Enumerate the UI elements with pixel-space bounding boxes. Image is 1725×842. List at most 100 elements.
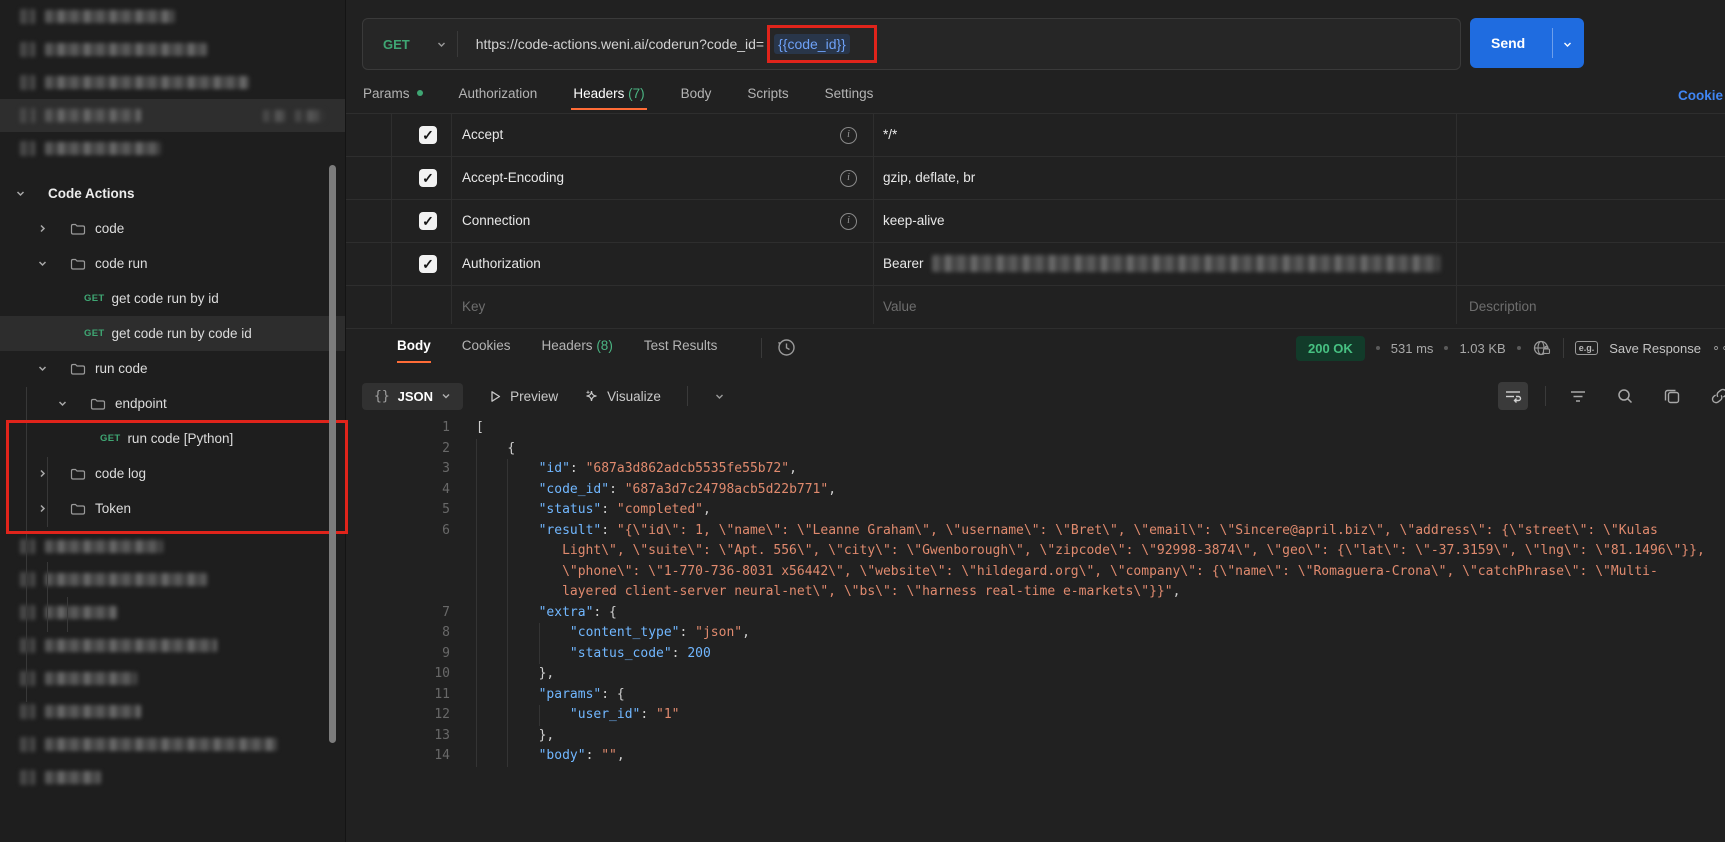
copy-icon[interactable] — [1657, 382, 1687, 410]
redacted-sidebar-item[interactable] — [0, 530, 345, 563]
tab-headers[interactable]: Headers (7) — [573, 86, 644, 110]
tab-params[interactable]: Params — [363, 86, 423, 110]
redacted-sidebar-item[interactable] — [0, 596, 345, 629]
redacted-sidebar-item[interactable] — [0, 66, 345, 99]
save-response-button[interactable]: Save Response — [1609, 341, 1701, 356]
redacted-icon — [20, 539, 35, 554]
link-icon[interactable] — [1704, 382, 1725, 410]
status-badge[interactable]: 200 OK — [1296, 336, 1365, 361]
redacted-sidebar-item[interactable] — [0, 761, 345, 794]
sidebar-request-run-code-python-[interactable]: GETrun code [Python] — [0, 421, 345, 456]
header-checkbox[interactable]: ✓ — [419, 126, 437, 144]
sidebar-folder-token[interactable]: Token — [0, 491, 345, 526]
header-key[interactable]: Connection — [462, 200, 530, 242]
indent-guide — [476, 500, 477, 521]
tab-authorization[interactable]: Authorization — [459, 86, 538, 110]
tree-item-label: code — [95, 221, 124, 236]
code-line: 4"code_id": "687a3d7c24798acb5d22b771", — [406, 480, 1708, 501]
format-select[interactable]: {} JSON — [362, 383, 463, 410]
response-tab-test-results[interactable]: Test Results — [644, 338, 718, 363]
redacted-sidebar-item[interactable] — [0, 132, 345, 165]
send-button[interactable]: Send — [1470, 18, 1584, 68]
response-time[interactable]: 531 ms — [1391, 341, 1434, 356]
redacted-sidebar-item[interactable] — [0, 695, 345, 728]
header-key[interactable]: Authorization — [462, 243, 541, 285]
header-checkbox[interactable]: ✓ — [419, 212, 437, 230]
header-value[interactable]: keep-alive — [883, 200, 945, 242]
redacted-sidebar-item[interactable] — [0, 33, 345, 66]
chevron-down-icon[interactable] — [36, 258, 48, 270]
header-key[interactable]: Accept-Encoding — [462, 157, 564, 199]
indent-guide — [507, 459, 508, 480]
info-icon[interactable]: i — [840, 213, 857, 230]
line-number: 12 — [406, 705, 450, 726]
tab-settings[interactable]: Settings — [825, 86, 874, 110]
tab-scripts[interactable]: Scripts — [747, 86, 788, 110]
visualize-button[interactable]: Visualize — [584, 389, 661, 404]
sidebar-request-get-code-run-by-code-id[interactable]: GETget code run by code id — [0, 316, 345, 351]
header-row-connection[interactable]: ✓ Connection i keep-alive — [346, 200, 1725, 243]
redacted-meta — [295, 110, 325, 122]
response-tab-headers[interactable]: Headers (8) — [542, 338, 613, 363]
wrap-text-button[interactable] — [1498, 382, 1528, 410]
header-row-accept-encoding[interactable]: ✓ Accept-Encoding i gzip, deflate, br — [346, 157, 1725, 200]
sidebar-folder-code-run[interactable]: code run — [0, 246, 345, 281]
url-variable[interactable]: {{code_id}} — [774, 34, 850, 54]
response-tab-body[interactable]: Body — [397, 338, 431, 363]
more-options-icon[interactable]: ∘∘ — [1712, 340, 1725, 356]
redacted-label — [45, 606, 117, 619]
method-selector[interactable]: GET — [363, 37, 436, 52]
redacted-sidebar-item[interactable] — [0, 99, 345, 132]
header-row-accept[interactable]: ✓ Accept i */* — [346, 114, 1725, 157]
header-row-authorization[interactable]: ✓ Authorization Bearer — [346, 243, 1725, 286]
info-icon[interactable]: i — [840, 170, 857, 187]
description-placeholder[interactable]: Description — [1469, 286, 1537, 328]
sidebar-folder-code[interactable]: code — [0, 211, 345, 246]
info-icon[interactable]: i — [840, 127, 857, 144]
value-placeholder[interactable]: Value — [883, 286, 917, 328]
sidebar-folder-run-code[interactable]: run code — [0, 351, 345, 386]
cookies-link[interactable]: Cookie — [1678, 88, 1723, 103]
header-value[interactable]: gzip, deflate, br — [883, 157, 975, 199]
response-tab-cookies[interactable]: Cookies — [462, 338, 511, 363]
key-placeholder[interactable]: Key — [462, 286, 485, 328]
line-number: 9 — [406, 644, 450, 665]
code-line: 2{ — [406, 439, 1708, 460]
header-key[interactable]: Accept — [462, 114, 503, 156]
url-input[interactable]: https://code-actions.weni.ai/coderun?cod… — [476, 33, 877, 55]
response-body-json[interactable]: 1[2{3"id": "687a3d862adcb5535fe55b72",4"… — [406, 418, 1708, 767]
sidebar-folder-code-log[interactable]: code log — [0, 456, 345, 491]
method-chevron-down-icon[interactable] — [436, 39, 447, 50]
search-icon[interactable] — [1610, 382, 1640, 410]
chevron-down-icon[interactable] — [36, 363, 48, 375]
history-clock-icon[interactable] — [776, 337, 797, 358]
sidebar-folder-endpoint[interactable]: endpoint — [0, 386, 345, 421]
tab-body[interactable]: Body — [681, 86, 712, 110]
sidebar-request-get-code-run-by-id[interactable]: GETget code run by id — [0, 281, 345, 316]
sidebar-scrollbar[interactable] — [329, 165, 336, 743]
chevron-down-icon[interactable] — [14, 188, 26, 200]
format-more-chevron-icon[interactable] — [714, 391, 725, 402]
redacted-sidebar-item[interactable] — [0, 563, 345, 596]
line-number: 4 — [406, 480, 450, 501]
network-globe-lock-icon[interactable] — [1532, 338, 1552, 358]
sidebar-folder-code-actions[interactable]: Code Actions — [0, 176, 345, 211]
redacted-sidebar-item[interactable] — [0, 629, 345, 662]
header-value[interactable]: Bearer — [883, 243, 1440, 285]
line-number: 10 — [406, 664, 450, 685]
redacted-sidebar-item[interactable] — [0, 728, 345, 761]
new-header-row[interactable]: Key Value Description — [346, 286, 1725, 329]
chevron-right-icon[interactable] — [36, 223, 48, 235]
header-checkbox[interactable]: ✓ — [419, 169, 437, 187]
icons-divider — [1545, 386, 1546, 406]
chevron-down-icon[interactable] — [56, 398, 68, 410]
redacted-sidebar-item[interactable] — [0, 662, 345, 695]
header-value[interactable]: */* — [883, 114, 897, 156]
header-checkbox[interactable]: ✓ — [419, 255, 437, 273]
tree-item-label: run code — [95, 361, 148, 376]
send-chevron-down-icon[interactable] — [1562, 39, 1573, 50]
filter-icon[interactable] — [1563, 382, 1593, 410]
redacted-sidebar-item[interactable] — [0, 0, 345, 33]
preview-button[interactable]: Preview — [489, 389, 558, 404]
response-size[interactable]: 1.03 KB — [1459, 341, 1505, 356]
